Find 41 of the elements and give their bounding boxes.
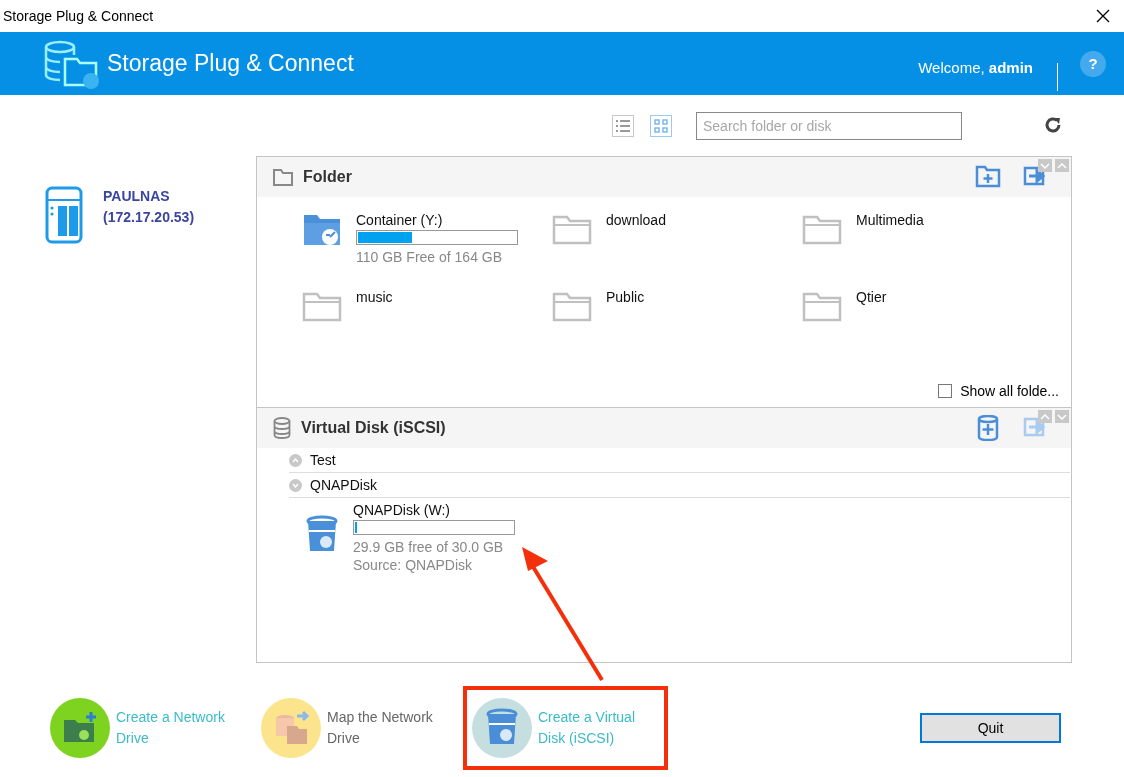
- folder-icon: [273, 168, 293, 186]
- welcome-text: Welcome, admin: [918, 59, 1033, 76]
- search-field[interactable]: Search folder or disk: [696, 111, 962, 140]
- list-view-button[interactable]: [612, 114, 634, 137]
- app-title: Storage Plug & Connect: [107, 50, 355, 77]
- grid-view-button[interactable]: [650, 114, 672, 137]
- folder-name[interactable]: music: [356, 288, 393, 306]
- source-text: Source: QNAPDisk: [353, 556, 474, 574]
- expand-button[interactable]: [1055, 159, 1069, 172]
- collapse-button[interactable]: [1038, 159, 1052, 172]
- nas-device-icon: [45, 186, 83, 244]
- folder-name[interactable]: Container (Y:): [356, 211, 518, 229]
- checkbox[interactable]: [938, 384, 953, 398]
- new-folder-button[interactable]: [975, 164, 1001, 190]
- checkbox-label: Show all folde...: [960, 383, 1059, 399]
- folder-name[interactable]: Multimedia: [856, 211, 924, 229]
- folder-name[interactable]: download: [606, 211, 666, 229]
- disk-group-row[interactable]: QNAPDisk: [289, 473, 1070, 498]
- section-title: Virtual Disk (iSCSI): [301, 419, 447, 437]
- free-space-text: 110 GB Free of 164 GB: [356, 248, 504, 266]
- chevron-icon: [289, 478, 302, 492]
- window-title: Storage Plug & Connect: [3, 8, 154, 24]
- free-space-text: 29.9 GB free of 30.0 GB: [353, 538, 505, 556]
- close-icon: [1096, 9, 1110, 23]
- device-name: PAULNAS: [103, 187, 171, 206]
- add-disk-button[interactable]: [975, 415, 1001, 441]
- app-logo-icon: [43, 38, 101, 89]
- disk-group-row[interactable]: Test: [289, 448, 1070, 473]
- section-title: Folder: [303, 168, 353, 186]
- grid-icon: [653, 117, 669, 134]
- folder-name[interactable]: Qtier: [856, 288, 887, 306]
- database-icon: [273, 417, 291, 439]
- chevron-icon: [289, 453, 302, 467]
- expand-button[interactable]: [1038, 410, 1052, 423]
- collapse-button[interactable]: [1055, 410, 1069, 423]
- device-address: (172.17.20.53): [103, 208, 195, 227]
- quit-button[interactable]: Quit: [920, 713, 1061, 743]
- refresh-icon: [1043, 114, 1063, 135]
- folder-name[interactable]: Public: [606, 288, 645, 306]
- disk-name[interactable]: QNAPDisk (W:): [353, 501, 515, 519]
- list-icon: [615, 118, 631, 133]
